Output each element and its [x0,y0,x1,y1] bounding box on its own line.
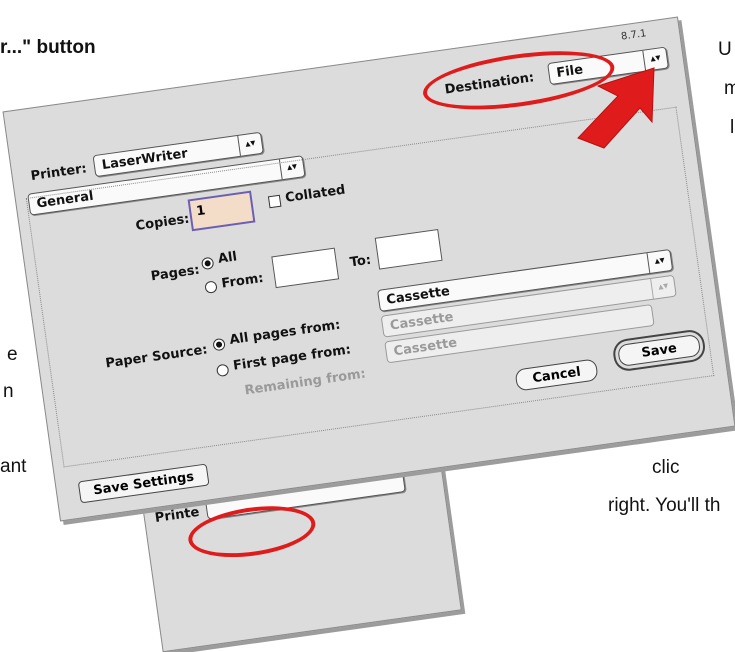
red-arrow-shape [577,67,655,149]
red-arrow-icon [577,67,655,149]
